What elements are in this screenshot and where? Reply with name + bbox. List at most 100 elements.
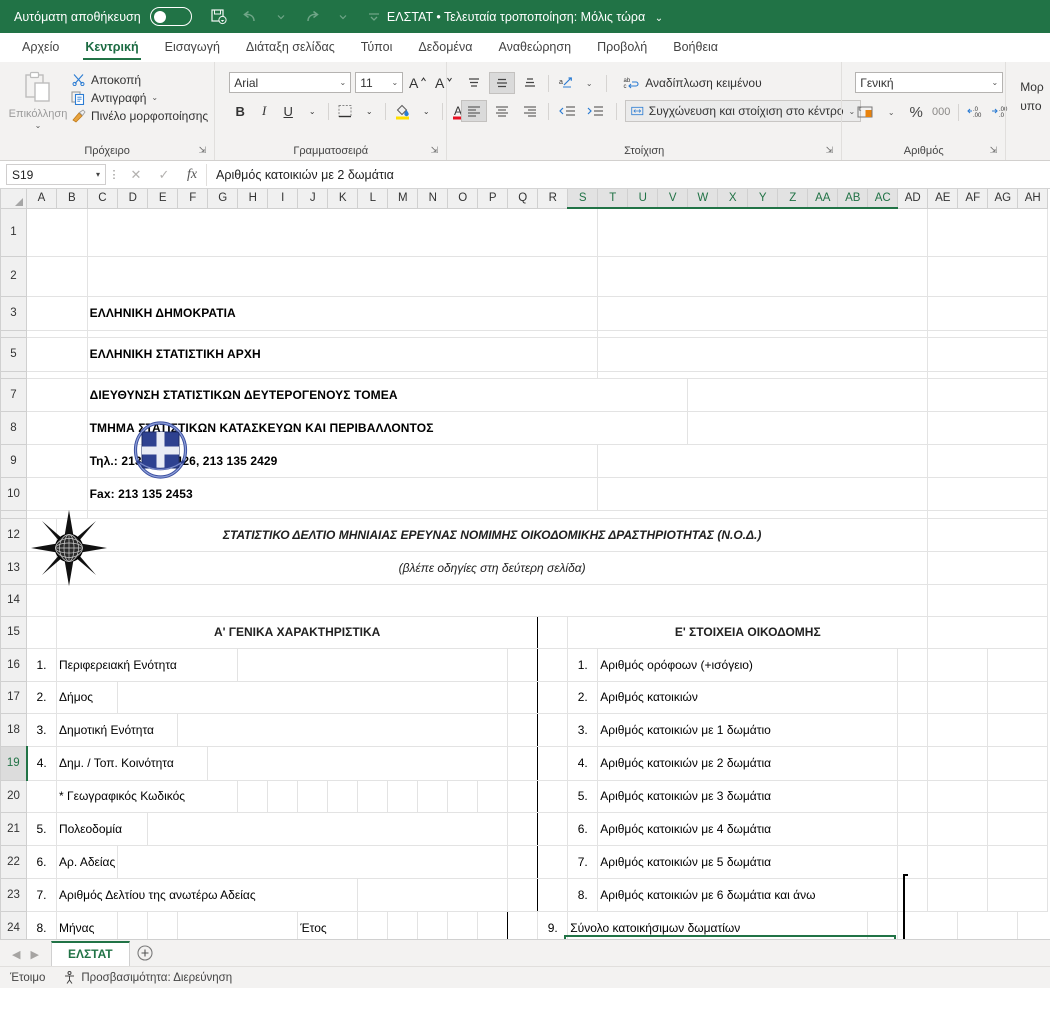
cell-AG20[interactable] xyxy=(987,779,1049,813)
check-icon[interactable]: ✓ xyxy=(150,164,178,186)
cell-R21[interactable] xyxy=(537,811,569,846)
cell-AE14[interactable] xyxy=(927,583,1049,617)
cell-C4[interactable] xyxy=(86,329,599,338)
input-box-e4[interactable] xyxy=(927,745,989,781)
cell-Q19[interactable] xyxy=(507,745,539,781)
cell-A10[interactable] xyxy=(26,476,88,511)
comma-format-button[interactable]: 000 xyxy=(930,101,952,123)
italic-button[interactable]: I xyxy=(253,100,275,122)
cell-S19[interactable]: Αριθμός κατοικιών με 2 δωμάτια xyxy=(597,745,899,781)
sheet-tab-elstat[interactable]: ΕΛΣΤΑΤ xyxy=(50,941,130,966)
cell-AE3[interactable] xyxy=(927,295,1049,331)
col-header-O[interactable]: O xyxy=(447,189,479,209)
percent-format-button[interactable]: % xyxy=(905,101,927,123)
cell-A2[interactable] xyxy=(26,255,88,297)
document-title-text[interactable]: ΕΛΣΤΑΤ • Τελευταία τροποποίηση: Μόλις τώ… xyxy=(387,10,645,24)
cell-S17[interactable]: 2. xyxy=(567,680,599,714)
cell-B20[interactable]: * Γεωγραφικός Κωδικός xyxy=(55,779,239,813)
accessibility-button[interactable]: Προσβασιμότητα: Διερεύνηση xyxy=(63,971,232,984)
row-header-20[interactable]: 20 xyxy=(0,779,27,813)
cell-T17[interactable]: Αριθμός κατοικιών xyxy=(597,680,899,714)
cell-AG17[interactable] xyxy=(987,680,1049,714)
cell-C5[interactable]: ΕΛΛΗΝΙΚΗ ΣΤΑΤΙΣΤΙΚΗ ΑΡΧΗ xyxy=(86,336,599,372)
cell-Q17[interactable] xyxy=(507,680,539,714)
cell-A24[interactable]: 8. xyxy=(26,910,57,939)
font-size-select[interactable]: 11 ⌄ xyxy=(355,72,404,93)
number-dialog-launcher-icon[interactable]: ⇲ xyxy=(990,142,998,159)
col-header-J[interactable]: J xyxy=(297,189,329,209)
col-header-H[interactable]: H xyxy=(237,189,269,209)
cell-A1[interactable] xyxy=(26,207,88,257)
redo-icon[interactable] xyxy=(299,5,325,29)
cell-T1[interactable] xyxy=(597,207,929,257)
decrease-indent-button[interactable] xyxy=(554,100,580,122)
cell-T18[interactable]: Αριθμός κατοικιών με 1 δωμάτιο xyxy=(597,712,899,747)
cell-S22[interactable]: 7. xyxy=(567,844,599,879)
cell-AE4[interactable] xyxy=(927,329,1049,338)
undo-dropdown-icon[interactable] xyxy=(268,5,294,29)
copy-button[interactable]: Αντιγραφή ⌄ xyxy=(70,90,208,105)
chevron-left-icon[interactable]: ◀ xyxy=(12,948,20,961)
year-box-1[interactable] xyxy=(357,910,389,939)
align-bottom-button[interactable] xyxy=(517,72,543,94)
row-header-22[interactable]: 22 xyxy=(0,844,27,879)
geo-code-box-1[interactable] xyxy=(237,779,269,813)
input-box-e3[interactable] xyxy=(927,712,989,747)
col-header-X[interactable]: X xyxy=(717,189,749,209)
cell-AE2[interactable] xyxy=(927,255,1049,297)
row-header-3[interactable]: 3 xyxy=(0,295,27,331)
wrap-text-button[interactable]: ab c Αναδίπλωση κειμένου xyxy=(617,72,767,94)
col-header-G[interactable]: G xyxy=(207,189,239,209)
cell-A21[interactable]: 5. xyxy=(26,811,57,846)
save-icon[interactable] xyxy=(206,5,232,29)
tab-home[interactable]: Κεντρική xyxy=(73,36,150,60)
close-icon[interactable]: ✕ xyxy=(122,164,150,186)
cell-AE7[interactable] xyxy=(927,377,1049,412)
row-header-1[interactable]: 1 xyxy=(0,207,27,257)
cell-AE1[interactable] xyxy=(927,207,1049,257)
paste-chevron-down-icon[interactable]: ⌄ xyxy=(35,121,42,130)
cell-S20[interactable]: 5. xyxy=(567,779,599,813)
col-header-AC[interactable]: AC xyxy=(867,189,899,209)
cell-A18[interactable]: 3. xyxy=(26,712,57,747)
cell-B19[interactable]: Δημ. / Τοπ. Κοινότητα xyxy=(55,745,209,781)
tab-review[interactable]: Αναθεώρηση xyxy=(486,36,583,59)
input-box-e8[interactable] xyxy=(927,877,989,912)
geo-code-box-5[interactable] xyxy=(357,779,389,813)
col-header-S[interactable]: S xyxy=(567,189,599,209)
fill-color-button[interactable] xyxy=(391,100,413,122)
add-sheet-button[interactable] xyxy=(130,945,160,966)
cell-C7[interactable]: ΔΙΕΥΘΥΝΣΗ ΣΤΑΤΙΣΤΙΚΩΝ ΔΕΥΤΕΡΟΓΕΝΟΥΣ ΤΟΜΕ… xyxy=(86,377,689,412)
row-header-11[interactable] xyxy=(0,509,27,519)
formula-input[interactable]: Αριθμός κατοικιών με 2 δωμάτια xyxy=(206,163,1050,186)
cell-F18[interactable] xyxy=(177,712,509,747)
cell-T21[interactable]: Αριθμός κατοικιών με 4 δωμάτια xyxy=(597,811,899,846)
cell-T22[interactable]: Αριθμός κατοικιών με 5 δωμάτια xyxy=(597,844,899,879)
cell-T9[interactable] xyxy=(597,443,929,478)
row-header-24[interactable]: 24 xyxy=(0,910,27,939)
cell-A3[interactable] xyxy=(26,295,88,331)
cell-AD21[interactable] xyxy=(897,811,929,846)
col-header-E[interactable]: E xyxy=(147,189,179,209)
year-box-4[interactable] xyxy=(447,910,479,939)
cell-AG23[interactable] xyxy=(987,877,1049,912)
month-box-1[interactable] xyxy=(117,910,149,939)
cell-R24[interactable] xyxy=(507,910,539,939)
cell-B17[interactable]: Δήμος xyxy=(55,680,119,714)
geo-code-box-3[interactable] xyxy=(297,779,329,813)
cell-P20[interactable] xyxy=(477,779,509,813)
tab-page-layout[interactable]: Διάταξη σελίδας xyxy=(234,36,347,59)
cell-AD20[interactable] xyxy=(897,779,929,813)
fill-color-chevron-down-icon[interactable]: ⌄ xyxy=(415,100,437,122)
cell-R17[interactable] xyxy=(537,680,569,714)
row-header-16[interactable]: 16 xyxy=(0,647,27,682)
cell-S23[interactable]: 8. xyxy=(567,877,599,912)
cell-B12[interactable]: ΣΤΑΤΙΣΤΙΚΟ ΔΕΛΤΙΟ ΜΗΝΙΑΙΑΣ ΕΡΕΥΝΑΣ ΝΟΜΙΜ… xyxy=(55,517,929,552)
cell-T16[interactable]: Αριθμός ορόφοων (+ισόγειο) xyxy=(597,647,899,682)
cell-K24[interactable]: Έτος xyxy=(297,910,359,939)
cell-S21[interactable]: 6. xyxy=(567,811,599,846)
col-header-V[interactable]: V xyxy=(657,189,689,209)
font-size-chevron-down-icon[interactable]: ⌄ xyxy=(392,78,399,87)
cell-A22[interactable]: 6. xyxy=(26,844,57,879)
row-header-6[interactable] xyxy=(0,370,27,379)
